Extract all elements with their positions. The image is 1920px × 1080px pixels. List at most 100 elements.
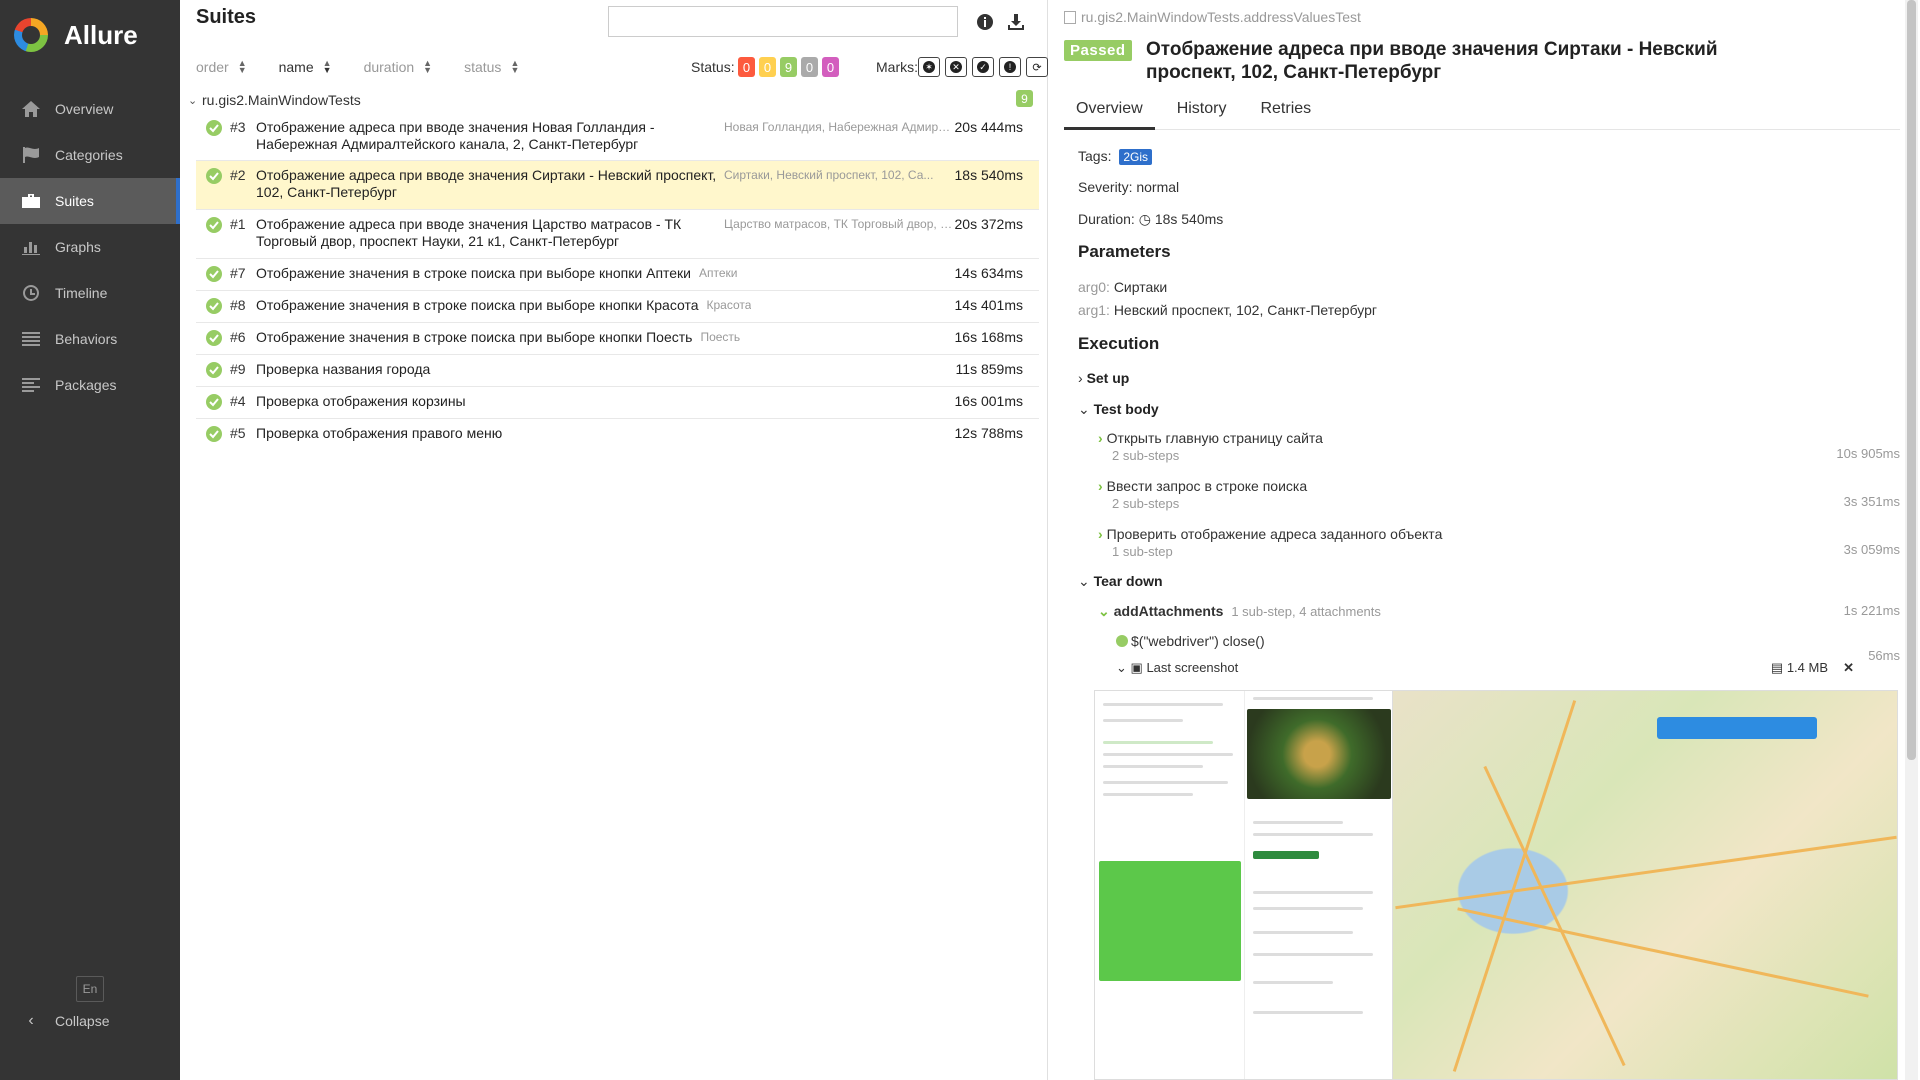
attachment-item[interactable]: ⌄ ▣ Last screenshot ▤ 1.4 MB ✕ 56ms bbox=[1116, 648, 1900, 676]
expand-icon[interactable]: ✕ bbox=[1843, 660, 1854, 676]
status-filter: 0 0 9 0 0 bbox=[738, 57, 843, 77]
chevron-down-icon: ⌄ bbox=[188, 94, 198, 107]
step-item[interactable]: $("webdriver") close() bbox=[1116, 633, 1900, 649]
info-icon[interactable] bbox=[975, 12, 995, 32]
test-duration: 14s 401ms bbox=[954, 297, 1023, 313]
tab-overview[interactable]: Overview bbox=[1064, 94, 1155, 130]
copy-icon[interactable] bbox=[1064, 10, 1076, 24]
step-item[interactable]: › Открыть главную страницу сайта 2 sub-st… bbox=[1098, 430, 1900, 463]
sort-name[interactable]: name ▲ ▼ bbox=[278, 58, 332, 76]
severity-row: Severity: normal bbox=[1078, 179, 1180, 195]
status-failed-toggle[interactable]: 0 bbox=[738, 57, 755, 77]
test-params: Новая Голландия, Набережная Адмирал... bbox=[724, 120, 954, 134]
sidebar: Allure Overview Categories Suites Graphs… bbox=[0, 0, 180, 1080]
sidebar-item-overview[interactable]: Overview bbox=[0, 86, 180, 132]
status-passed-toggle[interactable]: 9 bbox=[780, 57, 797, 77]
sort-duration[interactable]: duration ▲ ▼ bbox=[363, 59, 433, 76]
scrollbar-thumb[interactable] bbox=[1907, 0, 1916, 760]
test-duration: 18s 540ms bbox=[954, 167, 1023, 183]
sort-order-label: order bbox=[196, 59, 229, 75]
status-filter-label: Status: bbox=[691, 59, 735, 75]
sort-icon: ▲ ▼ bbox=[510, 58, 520, 75]
sort-duration-label: duration bbox=[363, 59, 415, 75]
chevron-down-icon: ⌄ bbox=[1116, 660, 1127, 675]
table-row[interactable]: #5 Проверка отображения правого меню 12s… bbox=[196, 419, 1039, 451]
test-number: #6 bbox=[230, 329, 246, 345]
sidebar-item-timeline[interactable]: Timeline bbox=[0, 270, 180, 316]
new-passed-mark-icon[interactable]: ✓ bbox=[972, 57, 994, 77]
passed-status-icon bbox=[206, 330, 222, 346]
sort-icon: ▲ ▼ bbox=[237, 58, 247, 75]
param-key: arg0: bbox=[1078, 279, 1110, 295]
new-broken-mark-icon[interactable]: ! bbox=[999, 57, 1021, 77]
table-row[interactable]: #3 Отображение адреса при вводе значения… bbox=[196, 113, 1039, 161]
table-row[interactable]: #4 Проверка отображения корзины 16s 001m… bbox=[196, 387, 1039, 419]
table-row[interactable]: #2 Отображение адреса при вводе значения… bbox=[196, 161, 1039, 210]
detail-tabs: Overview History Retries bbox=[1064, 94, 1900, 130]
test-duration: 20s 444ms bbox=[954, 119, 1023, 135]
sort-order[interactable]: order ▲ ▼ bbox=[196, 58, 247, 76]
step-name: $("webdriver") close() bbox=[1131, 633, 1265, 649]
table-row[interactable]: #8 Отображение значения в строке поиска … bbox=[196, 291, 1039, 323]
collapse-button[interactable]: ‹ Collapse bbox=[20, 1012, 109, 1030]
suites-pane: Suites order ▲ ▼ name ▲ ▼ duration ▲ ▼ stat… bbox=[180, 0, 1048, 1080]
sidebar-item-graphs[interactable]: Graphs bbox=[0, 224, 180, 270]
language-button[interactable]: En bbox=[76, 976, 104, 1002]
test-title: Проверка отображения корзины bbox=[256, 393, 466, 409]
table-row[interactable]: #1 Отображение адреса при вводе значения… bbox=[196, 210, 1039, 259]
sort-name-label: name bbox=[278, 59, 314, 75]
flaky-mark-icon[interactable]: ✶ bbox=[918, 57, 940, 77]
step-item[interactable]: › Проверить отображение адреса заданного … bbox=[1098, 526, 1900, 559]
chevron-right-icon: › bbox=[1098, 430, 1103, 446]
duration-row: Duration: ◷ 18s 540ms bbox=[1078, 211, 1223, 228]
sidebar-item-label: Overview bbox=[55, 101, 114, 117]
sidebar-item-suites[interactable]: Suites bbox=[0, 178, 180, 224]
status-badge: Passed bbox=[1064, 40, 1132, 61]
sidebar-item-categories[interactable]: Categories bbox=[0, 132, 180, 178]
table-row[interactable]: #7 Отображение значения в строке поиска … bbox=[196, 259, 1039, 291]
step-meta: 1 sub-step, 4 attachments bbox=[1231, 604, 1381, 619]
test-body-section[interactable]: ⌄ Test body bbox=[1078, 401, 1900, 418]
sidebar-item-behaviors[interactable]: Behaviors bbox=[0, 316, 180, 362]
table-row[interactable]: #9 Проверка названия города 11s 859ms bbox=[196, 355, 1039, 387]
download-icon[interactable] bbox=[1006, 12, 1026, 32]
setup-label: Set up bbox=[1086, 370, 1130, 386]
status-skipped-toggle[interactable]: 0 bbox=[801, 57, 818, 77]
suite-group-name: ru.gis2.MainWindowTests bbox=[202, 92, 361, 108]
chevron-right-icon: › bbox=[1098, 526, 1103, 542]
table-row[interactable]: #6 Отображение значения в строке поиска … bbox=[196, 323, 1039, 355]
chevron-right-icon: › bbox=[1098, 478, 1103, 494]
setup-section[interactable]: › Set up bbox=[1078, 370, 1900, 386]
clock-icon: ◷ bbox=[1138, 211, 1151, 227]
test-number: #2 bbox=[230, 167, 246, 183]
screenshot-map bbox=[1393, 691, 1897, 1079]
logo[interactable]: Allure bbox=[0, 0, 180, 70]
sort-toolbar: order ▲ ▼ name ▲ ▼ duration ▲ ▼ status ▲ ▼ S… bbox=[196, 54, 1048, 80]
passed-status-icon bbox=[206, 217, 222, 233]
status-unknown-toggle[interactable]: 0 bbox=[822, 57, 839, 77]
sidebar-item-packages[interactable]: Packages bbox=[0, 362, 180, 408]
suite-group[interactable]: ⌄ ru.gis2.MainWindowTests 9 bbox=[188, 86, 1039, 114]
status-broken-toggle[interactable]: 0 bbox=[759, 57, 776, 77]
sort-status[interactable]: status ▲ ▼ bbox=[464, 58, 520, 76]
attachment-size: ▤ 1.4 MB bbox=[1771, 660, 1828, 676]
passed-status-icon bbox=[206, 298, 222, 314]
breadcrumb: ru.gis2.MainWindowTests.addressValuesTes… bbox=[1064, 9, 1361, 25]
passed-status-icon bbox=[206, 394, 222, 410]
sort-icon: ▲ ▼ bbox=[322, 58, 332, 75]
screenshot-food-photo bbox=[1247, 709, 1391, 799]
retries-mark-icon[interactable]: ⟳ bbox=[1026, 57, 1048, 77]
step-name: Проверить отображение адреса заданного о… bbox=[1106, 526, 1443, 542]
screenshot-preview[interactable] bbox=[1094, 690, 1898, 1080]
tab-history[interactable]: History bbox=[1165, 94, 1239, 130]
step-item[interactable]: › Ввести запрос в строке поиска 2 sub-ste… bbox=[1098, 478, 1900, 511]
test-duration: 16s 001ms bbox=[954, 393, 1023, 409]
tab-retries[interactable]: Retries bbox=[1248, 94, 1323, 130]
test-number: #3 bbox=[230, 119, 246, 135]
test-number: #7 bbox=[230, 265, 246, 281]
scrollbar[interactable] bbox=[1905, 0, 1918, 1080]
search-input[interactable] bbox=[608, 6, 958, 37]
new-failed-mark-icon[interactable]: ✕ bbox=[945, 57, 967, 77]
teardown-section[interactable]: ⌄ Tear down bbox=[1078, 573, 1900, 590]
step-item[interactable]: ⌄ addAttachments 1 sub-step, 4 attachment… bbox=[1098, 603, 1900, 620]
